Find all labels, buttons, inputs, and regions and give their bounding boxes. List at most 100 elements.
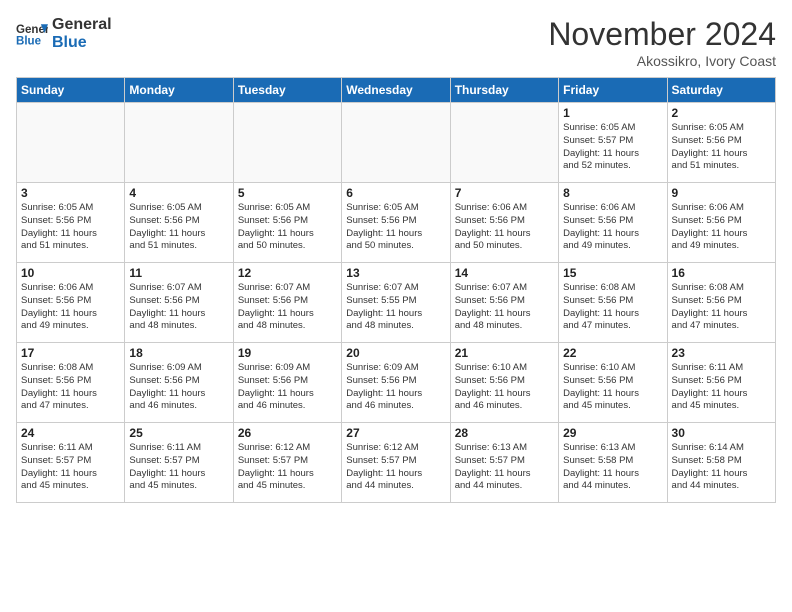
day-info: Sunrise: 6:05 AMSunset: 5:57 PMDaylight:…	[563, 122, 662, 173]
logo: General Blue General Blue	[16, 16, 112, 51]
weekday-header-friday: Friday	[559, 78, 667, 103]
day-info: Sunrise: 6:11 AMSunset: 5:57 PMDaylight:…	[21, 442, 120, 493]
calendar-cell: 1 Sunrise: 6:05 AMSunset: 5:57 PMDaylight…	[559, 103, 667, 183]
day-info: Sunrise: 6:08 AMSunset: 5:56 PMDaylight:…	[672, 282, 771, 333]
calendar-cell: 10 Sunrise: 6:06 AMSunset: 5:56 PMDayligh…	[17, 263, 125, 343]
day-info: Sunrise: 6:07 AMSunset: 5:56 PMDaylight:…	[455, 282, 554, 333]
day-number: 1	[563, 106, 662, 120]
calendar-cell: 20 Sunrise: 6:09 AMSunset: 5:56 PMDayligh…	[342, 343, 450, 423]
calendar-cell: 12Sunrise: 6:07 AMSunset: 5:56 PMDayligh…	[233, 263, 341, 343]
day-number: 8	[563, 186, 662, 200]
calendar-cell: 4 Sunrise: 6:05 AMSunset: 5:56 PMDaylight…	[125, 183, 233, 263]
calendar-cell: 24 Sunrise: 6:11 AMSunset: 5:57 PMDayligh…	[17, 423, 125, 503]
day-info: Sunrise: 6:10 AMSunset: 5:56 PMDaylight:…	[563, 362, 662, 413]
calendar-cell: 21Sunrise: 6:10 AMSunset: 5:56 PMDayligh…	[450, 343, 558, 423]
calendar-cell: 16 Sunrise: 6:08 AMSunset: 5:56 PMDayligh…	[667, 263, 775, 343]
page-header: General Blue General Blue November 2024 …	[16, 16, 776, 69]
day-number: 14	[455, 266, 554, 280]
logo-general: General	[52, 16, 112, 34]
day-info: Sunrise: 6:05 AMSunset: 5:56 PMDaylight:…	[21, 202, 120, 253]
day-number: 24	[21, 426, 120, 440]
day-number: 20	[346, 346, 445, 360]
calendar-cell: 22 Sunrise: 6:10 AMSunset: 5:56 PMDayligh…	[559, 343, 667, 423]
month-title: November 2024	[548, 16, 776, 53]
calendar-cell: 29Sunrise: 6:13 AMSunset: 5:58 PMDayligh…	[559, 423, 667, 503]
week-row-2: 3 Sunrise: 6:05 AMSunset: 5:56 PMDaylight…	[17, 183, 776, 263]
day-number: 17	[21, 346, 120, 360]
day-number: 2	[672, 106, 771, 120]
day-info: Sunrise: 6:10 AMSunset: 5:56 PMDaylight:…	[455, 362, 554, 413]
day-info: Sunrise: 6:11 AMSunset: 5:56 PMDaylight:…	[672, 362, 771, 413]
day-number: 7	[455, 186, 554, 200]
day-number: 4	[129, 186, 228, 200]
day-info: Sunrise: 6:05 AMSunset: 5:56 PMDaylight:…	[129, 202, 228, 253]
day-number: 11	[129, 266, 228, 280]
calendar-cell: 8 Sunrise: 6:06 AMSunset: 5:56 PMDaylight…	[559, 183, 667, 263]
week-row-5: 24 Sunrise: 6:11 AMSunset: 5:57 PMDayligh…	[17, 423, 776, 503]
calendar-cell: 7 Sunrise: 6:06 AMSunset: 5:56 PMDaylight…	[450, 183, 558, 263]
calendar-cell: 18Sunrise: 6:09 AMSunset: 5:56 PMDayligh…	[125, 343, 233, 423]
day-info: Sunrise: 6:13 AMSunset: 5:58 PMDaylight:…	[563, 442, 662, 493]
calendar-cell: 28Sunrise: 6:13 AMSunset: 5:57 PMDayligh…	[450, 423, 558, 503]
day-info: Sunrise: 6:07 AMSunset: 5:56 PMDaylight:…	[238, 282, 337, 333]
day-info: Sunrise: 6:08 AMSunset: 5:56 PMDaylight:…	[563, 282, 662, 333]
day-number: 27	[346, 426, 445, 440]
day-info: Sunrise: 6:05 AMSunset: 5:56 PMDaylight:…	[238, 202, 337, 253]
day-info: Sunrise: 6:06 AMSunset: 5:56 PMDaylight:…	[672, 202, 771, 253]
week-row-4: 17 Sunrise: 6:08 AMSunset: 5:56 PMDayligh…	[17, 343, 776, 423]
day-info: Sunrise: 6:13 AMSunset: 5:57 PMDaylight:…	[455, 442, 554, 493]
day-info: Sunrise: 6:06 AMSunset: 5:56 PMDaylight:…	[21, 282, 120, 333]
day-info: Sunrise: 6:07 AMSunset: 5:56 PMDaylight:…	[129, 282, 228, 333]
weekday-header-thursday: Thursday	[450, 78, 558, 103]
day-number: 10	[21, 266, 120, 280]
week-row-1: 1 Sunrise: 6:05 AMSunset: 5:57 PMDaylight…	[17, 103, 776, 183]
logo-blue: Blue	[52, 34, 112, 52]
weekday-header-saturday: Saturday	[667, 78, 775, 103]
calendar-cell	[233, 103, 341, 183]
weekday-header-tuesday: Tuesday	[233, 78, 341, 103]
calendar-cell: 17 Sunrise: 6:08 AMSunset: 5:56 PMDayligh…	[17, 343, 125, 423]
day-info: Sunrise: 6:09 AMSunset: 5:56 PMDaylight:…	[238, 362, 337, 413]
day-info: Sunrise: 6:07 AMSunset: 5:55 PMDaylight:…	[346, 282, 445, 333]
day-info: Sunrise: 6:12 AMSunset: 5:57 PMDaylight:…	[238, 442, 337, 493]
calendar-cell: 23Sunrise: 6:11 AMSunset: 5:56 PMDayligh…	[667, 343, 775, 423]
day-info: Sunrise: 6:14 AMSunset: 5:58 PMDaylight:…	[672, 442, 771, 493]
calendar-cell: 3 Sunrise: 6:05 AMSunset: 5:56 PMDaylight…	[17, 183, 125, 263]
location: Akossikro, Ivory Coast	[548, 53, 776, 69]
calendar-cell: 11 Sunrise: 6:07 AMSunset: 5:56 PMDayligh…	[125, 263, 233, 343]
day-info: Sunrise: 6:09 AMSunset: 5:56 PMDaylight:…	[346, 362, 445, 413]
calendar-cell: 14 Sunrise: 6:07 AMSunset: 5:56 PMDayligh…	[450, 263, 558, 343]
svg-text:Blue: Blue	[16, 35, 42, 47]
day-number: 16	[672, 266, 771, 280]
title-block: November 2024 Akossikro, Ivory Coast	[548, 16, 776, 69]
day-number: 3	[21, 186, 120, 200]
day-info: Sunrise: 6:06 AMSunset: 5:56 PMDaylight:…	[455, 202, 554, 253]
day-number: 6	[346, 186, 445, 200]
day-number: 26	[238, 426, 337, 440]
calendar-cell: 9Sunrise: 6:06 AMSunset: 5:56 PMDaylight…	[667, 183, 775, 263]
calendar-cell: 25Sunrise: 6:11 AMSunset: 5:57 PMDayligh…	[125, 423, 233, 503]
calendar-cell: 15 Sunrise: 6:08 AMSunset: 5:56 PMDayligh…	[559, 263, 667, 343]
day-number: 15	[563, 266, 662, 280]
day-info: Sunrise: 6:06 AMSunset: 5:56 PMDaylight:…	[563, 202, 662, 253]
day-number: 5	[238, 186, 337, 200]
calendar-cell	[342, 103, 450, 183]
week-row-3: 10 Sunrise: 6:06 AMSunset: 5:56 PMDayligh…	[17, 263, 776, 343]
day-info: Sunrise: 6:05 AMSunset: 5:56 PMDaylight:…	[346, 202, 445, 253]
calendar-cell: 19 Sunrise: 6:09 AMSunset: 5:56 PMDayligh…	[233, 343, 341, 423]
day-number: 18	[129, 346, 228, 360]
day-number: 22	[563, 346, 662, 360]
calendar-cell	[450, 103, 558, 183]
calendar-table: SundayMondayTuesdayWednesdayThursdayFrid…	[16, 77, 776, 503]
day-info: Sunrise: 6:12 AMSunset: 5:57 PMDaylight:…	[346, 442, 445, 493]
calendar-cell: 5 Sunrise: 6:05 AMSunset: 5:56 PMDaylight…	[233, 183, 341, 263]
day-number: 19	[238, 346, 337, 360]
calendar-cell: 27 Sunrise: 6:12 AMSunset: 5:57 PMDayligh…	[342, 423, 450, 503]
calendar-cell: 30Sunrise: 6:14 AMSunset: 5:58 PMDayligh…	[667, 423, 775, 503]
day-info: Sunrise: 6:08 AMSunset: 5:56 PMDaylight:…	[21, 362, 120, 413]
calendar-cell: 6 Sunrise: 6:05 AMSunset: 5:56 PMDaylight…	[342, 183, 450, 263]
day-info: Sunrise: 6:05 AMSunset: 5:56 PMDaylight:…	[672, 122, 771, 173]
logo-icon: General Blue	[16, 20, 48, 48]
day-info: Sunrise: 6:11 AMSunset: 5:57 PMDaylight:…	[129, 442, 228, 493]
calendar-cell	[125, 103, 233, 183]
